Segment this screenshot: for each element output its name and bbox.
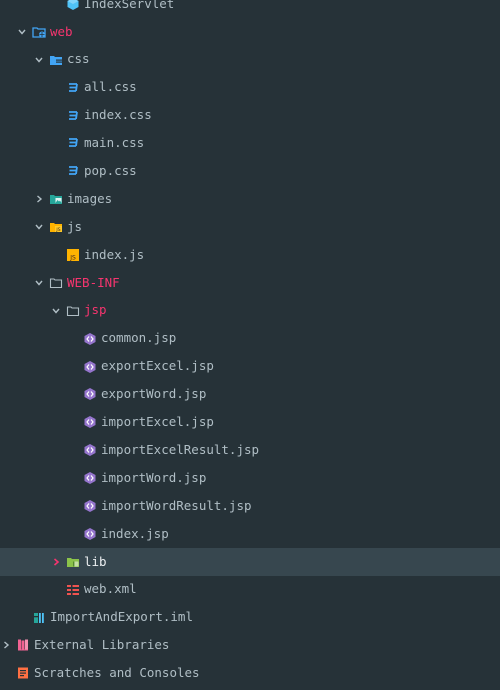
tree-item-main-css[interactable]: main.css	[0, 129, 500, 157]
tree-item-indexservlet[interactable]: IndexServlet	[0, 0, 500, 18]
css-file-icon	[66, 81, 80, 95]
tree-item-label: index.css	[84, 107, 152, 123]
tree-item-label: index.jsp	[101, 525, 169, 541]
tree-item-label: js	[67, 218, 83, 234]
tree-item-importwordresult-jsp[interactable]: importWordResult.jsp	[0, 492, 500, 520]
tree-item-index-css[interactable]: index.css	[0, 102, 500, 130]
chevron-right-icon[interactable]	[0, 639, 12, 651]
tree-item-label: External Libraries	[34, 637, 170, 653]
tree-item-label: importWordResult.jsp	[101, 497, 252, 513]
tree-item-images[interactable]: images	[0, 185, 500, 213]
tree-item-label: web.xml	[84, 581, 137, 597]
chevron-down-icon[interactable]	[16, 26, 28, 38]
tree-item-index-jsp[interactable]: index.jsp	[0, 520, 500, 548]
tree-item-importexcelresult-jsp[interactable]: importExcelResult.jsp	[0, 436, 500, 464]
svg-text:JS: JS	[69, 254, 76, 261]
css-file-icon	[66, 136, 80, 150]
tree-item-lib[interactable]: lib	[0, 547, 500, 576]
project-tree: IndexServlet web css all.css index.css m…	[0, 0, 500, 687]
tree-item-pop-css[interactable]: pop.css	[0, 157, 500, 185]
chevron-right-icon[interactable]	[33, 193, 45, 205]
tree-item-importandexport-iml[interactable]: ImportAndExport.iml	[0, 604, 500, 632]
tree-item-importexcel-jsp[interactable]: importExcel.jsp	[0, 408, 500, 436]
folder-outline-icon	[49, 276, 63, 290]
js-file-icon: JS	[66, 248, 80, 262]
scratches-icon	[16, 666, 30, 680]
tree-item-index-js[interactable]: JS index.js	[0, 241, 500, 269]
tree-item-label: importExcel.jsp	[101, 414, 214, 430]
tree-item-label: common.jsp	[101, 330, 177, 346]
tree-item-label: pop.css	[84, 163, 137, 179]
tree-item-label: all.css	[84, 79, 137, 95]
jsp-file-icon	[83, 387, 97, 401]
tree-item-js[interactable]: JS js	[0, 213, 500, 241]
tree-item-css[interactable]: css	[0, 46, 500, 74]
tree-item-label: main.css	[84, 135, 145, 151]
xml-file-icon	[66, 583, 80, 597]
tree-item-label: images	[67, 190, 113, 206]
tree-item-web-xml[interactable]: web.xml	[0, 576, 500, 604]
tree-item-label: jsp	[84, 302, 107, 318]
images-folder-icon	[49, 192, 63, 206]
tree-item-label: index.js	[84, 246, 145, 262]
jsp-file-icon	[83, 415, 97, 429]
tree-item-label: css	[67, 51, 90, 67]
web-folder-icon	[32, 25, 46, 39]
lib-folder-icon	[66, 555, 80, 569]
jsp-file-icon	[83, 499, 97, 513]
jsp-file-icon	[83, 471, 97, 485]
tree-item-label: IndexServlet	[84, 0, 175, 11]
tree-item-external-libraries[interactable]: External Libraries	[0, 631, 500, 659]
css-file-icon	[66, 109, 80, 123]
external-libraries-icon	[16, 638, 30, 652]
tree-item-label: ImportAndExport.iml	[50, 609, 193, 625]
jsp-file-icon	[83, 360, 97, 374]
tree-item-label: Scratches and Consoles	[34, 665, 200, 681]
tree-item-label: lib	[84, 553, 107, 569]
svg-text:JS: JS	[55, 227, 60, 233]
chevron-down-icon[interactable]	[50, 305, 62, 317]
chevron-down-icon[interactable]	[33, 221, 45, 233]
jsp-file-icon	[83, 443, 97, 457]
tree-item-jsp[interactable]: jsp	[0, 297, 500, 325]
iml-file-icon	[32, 611, 46, 625]
tree-item-label: WEB-INF	[67, 274, 120, 290]
tree-item-importword-jsp[interactable]: importWord.jsp	[0, 464, 500, 492]
tree-item-exportword-jsp[interactable]: exportWord.jsp	[0, 380, 500, 408]
css-file-icon	[66, 164, 80, 178]
folder-outline-icon	[66, 304, 80, 318]
tree-item-label: exportWord.jsp	[101, 386, 207, 402]
tree-item-common-jsp[interactable]: common.jsp	[0, 325, 500, 353]
tree-item-label: exportExcel.jsp	[101, 358, 214, 374]
jsp-file-icon	[83, 332, 97, 346]
jsp-file-icon	[83, 527, 97, 541]
chevron-down-icon[interactable]	[33, 277, 45, 289]
tree-item-label: importExcelResult.jsp	[101, 441, 260, 457]
tree-item-web[interactable]: web	[0, 18, 500, 46]
tree-item-web-inf[interactable]: WEB-INF	[0, 269, 500, 297]
chevron-right-icon[interactable]	[50, 556, 62, 568]
tree-item-label: web	[50, 23, 73, 39]
chevron-down-icon[interactable]	[33, 54, 45, 66]
tree-item-exportexcel-jsp[interactable]: exportExcel.jsp	[0, 353, 500, 381]
java-class-icon	[66, 0, 80, 11]
tree-item-scratches-and-consoles[interactable]: Scratches and Consoles	[0, 659, 500, 687]
tree-item-all-css[interactable]: all.css	[0, 74, 500, 102]
js-folder-icon: JS	[49, 220, 63, 234]
folder-icon	[49, 53, 63, 67]
tree-item-label: importWord.jsp	[101, 469, 207, 485]
